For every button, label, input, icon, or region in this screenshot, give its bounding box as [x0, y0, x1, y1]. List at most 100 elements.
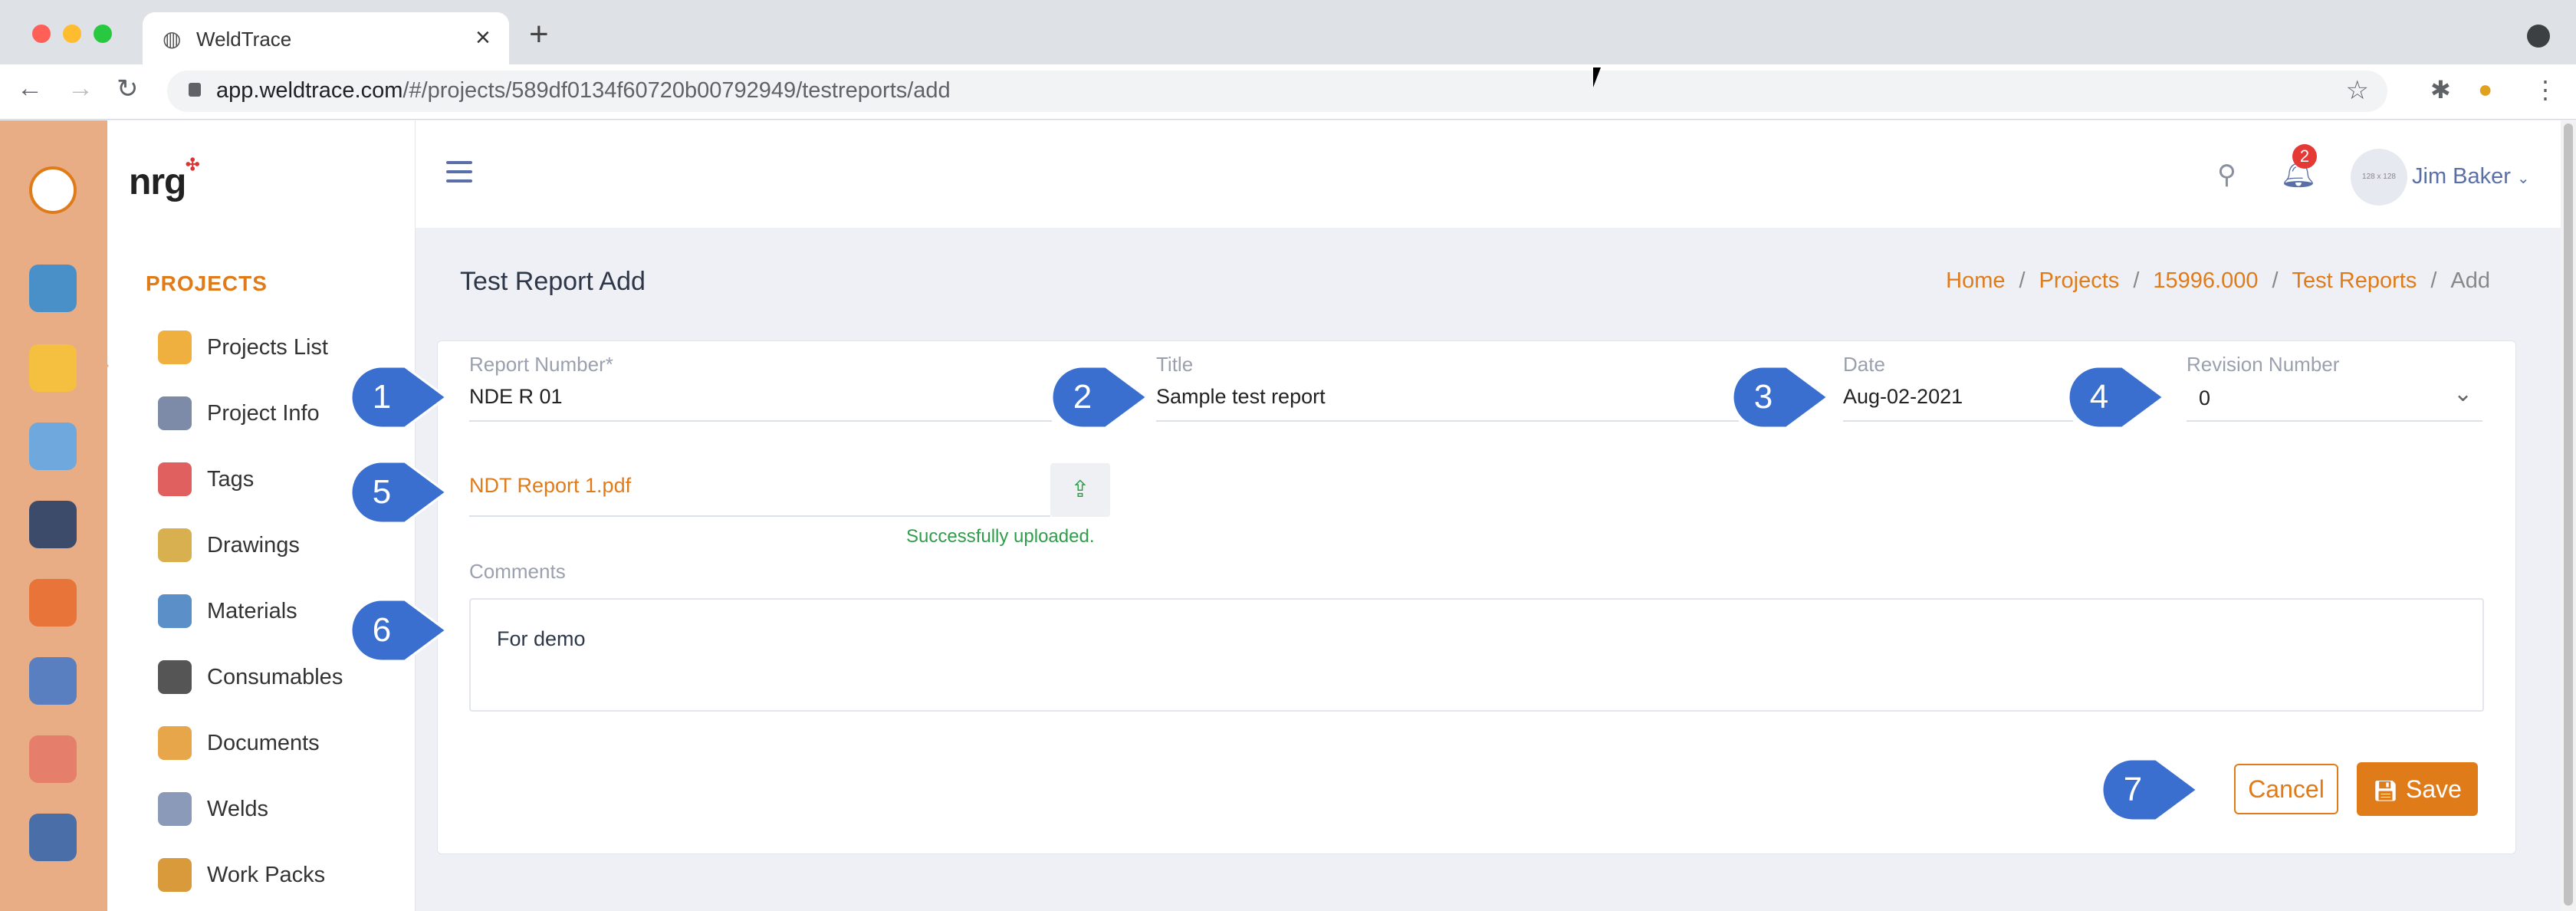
camera-icon	[158, 331, 192, 364]
search-icon[interactable]: ⚲	[2217, 160, 2236, 190]
hamburger-menu-icon[interactable]	[446, 161, 472, 184]
sidebar-item-label: Documents	[207, 730, 320, 755]
avatar[interactable]: 128 x 128	[2351, 149, 2407, 206]
team-icon[interactable]	[29, 735, 77, 783]
sidebar-item-drawings[interactable]: Drawings	[158, 526, 403, 564]
callout-marker: 6	[350, 598, 449, 663]
sidebar-item-label: Welds	[207, 796, 269, 821]
callout-marker: 4	[2067, 365, 2167, 429]
forward-icon[interactable]: →	[67, 74, 94, 104]
user-menu[interactable]: Jim Baker ⌄	[2412, 164, 2530, 189]
page-scrollbar[interactable]	[2561, 120, 2576, 911]
dashboard-monitor-icon[interactable]	[29, 265, 77, 312]
upload-status-message: Successfully uploaded.	[906, 526, 1095, 547]
sidebar-item-work-packs[interactable]: Work Packs	[158, 856, 403, 894]
comments-label: Comments	[469, 560, 566, 583]
sidebar-item-label: Work Packs	[207, 862, 326, 887]
user-name: Jim Baker	[2412, 164, 2511, 189]
sidebar-section-title: PROJECTS	[146, 271, 268, 295]
chevron-down-icon[interactable]: ⌄	[2453, 380, 2472, 407]
breadcrumb-projects[interactable]: Projects	[2039, 268, 2120, 293]
lock-icon	[189, 83, 201, 97]
sidebar-item-projects-list[interactable]: Projects List	[158, 328, 403, 367]
welder-icon[interactable]	[29, 501, 77, 548]
checklist-icon[interactable]	[29, 423, 77, 470]
report-number-label: Report Number*	[469, 353, 613, 376]
comments-text: For demo	[497, 627, 586, 650]
browser-menu-icon[interactable]: ⋮	[2533, 75, 2558, 104]
minimize-window-button[interactable]	[63, 25, 81, 43]
sidebar-item-label: Consumables	[207, 664, 343, 689]
breadcrumb-project-number[interactable]: 15996.000	[2153, 268, 2258, 293]
sidebar-item-label: Projects List	[207, 334, 328, 360]
gears-icon	[158, 396, 192, 430]
drawing-tools-icon	[158, 528, 192, 562]
package-icon	[158, 858, 192, 892]
url-path: /#/projects/589df0134f60720b00792949/tes…	[402, 78, 951, 103]
sidebar-item-consumables[interactable]: Consumables	[158, 658, 403, 696]
tab-title: WeldTrace	[196, 28, 292, 51]
page-title: Test Report Add	[460, 267, 646, 296]
save-button[interactable]: 💾︎ Save	[2357, 762, 2478, 816]
title-field[interactable]: Sample test report	[1156, 385, 1326, 409]
browser-tab-bar: ◍ WeldTrace × +	[0, 0, 2576, 64]
breadcrumb-test-reports[interactable]: Test Reports	[2292, 268, 2417, 293]
notification-badge: 2	[2292, 144, 2317, 169]
breadcrumb: Home / Projects/15996.000/Test Reports / Add	[1946, 268, 2490, 293]
callout-marker: 3	[1731, 365, 1831, 429]
revision-number-select[interactable]: 0	[2199, 386, 2210, 410]
revision-number-label: Revision Number	[2187, 353, 2340, 376]
close-tab-icon[interactable]: ×	[475, 23, 491, 53]
chevron-down-icon: ⌄	[2516, 170, 2530, 187]
breadcrumb-home[interactable]: Home	[1946, 268, 2005, 293]
tag-icon	[158, 462, 192, 496]
comments-textarea[interactable]: For demo	[469, 598, 2484, 712]
title-label: Title	[1156, 353, 1194, 376]
company-logo: nrg ✣	[129, 155, 199, 202]
report-clock-icon[interactable]	[29, 814, 77, 861]
materials-stack-icon	[158, 594, 192, 628]
title-underline	[1156, 420, 1739, 422]
weldtrace-logo-icon[interactable]	[29, 166, 77, 214]
reload-icon[interactable]: ↻	[117, 74, 139, 104]
scrollbar-thumb[interactable]	[2564, 123, 2573, 906]
floppy-disk-icon: 💾︎	[2373, 778, 2399, 802]
upload-button[interactable]: ⇪	[1050, 463, 1110, 517]
sidebar-item-label: Project Info	[207, 400, 320, 426]
browser-tab[interactable]: ◍ WeldTrace ×	[143, 12, 509, 64]
close-window-button[interactable]	[32, 25, 51, 43]
sidebar-item-documents[interactable]: Documents	[158, 724, 403, 762]
breadcrumb-current: Add	[2450, 268, 2490, 293]
upload-icon: ⇪	[1070, 477, 1090, 502]
folder-icon	[158, 726, 192, 760]
tab-search-icon[interactable]	[2527, 25, 2550, 48]
maximize-window-button[interactable]	[94, 25, 112, 43]
extensions-icon[interactable]: ✱	[2430, 75, 2451, 104]
address-bar[interactable]: app.weldtrace.com/#/projects/589df0134f6…	[167, 71, 2387, 112]
spool-icon	[158, 660, 192, 694]
org-chart-icon[interactable]	[29, 579, 77, 627]
sidebar-item-welds[interactable]: Welds	[158, 790, 403, 828]
sidebar-item-label: Materials	[207, 598, 297, 623]
callout-marker: 7	[2101, 758, 2200, 822]
welding-icon	[158, 792, 192, 826]
book-icon[interactable]	[29, 657, 77, 705]
active-rail-indicator	[95, 352, 109, 380]
cancel-button[interactable]: Cancel	[2234, 764, 2338, 814]
date-label: Date	[1843, 353, 1885, 376]
callout-marker: 1	[350, 365, 449, 429]
new-tab-icon[interactable]: +	[529, 15, 549, 54]
revision-number-underline	[2187, 420, 2482, 422]
report-number-field[interactable]: NDE R 01	[469, 385, 563, 409]
mouse-cursor	[1593, 67, 1601, 87]
date-field[interactable]: Aug-02-2021	[1843, 385, 1963, 409]
callout-marker: 2	[1050, 365, 1150, 429]
projects-folder-icon[interactable]	[29, 344, 77, 392]
extension-avatar-icon[interactable]: ●	[2478, 75, 2492, 104]
bookmark-star-icon[interactable]: ☆	[2346, 75, 2369, 106]
callout-marker: 5	[350, 460, 449, 525]
back-icon[interactable]: ←	[17, 74, 43, 104]
uploaded-file-name[interactable]: NDT Report 1.pdf	[469, 474, 631, 498]
app-icon-rail	[0, 120, 107, 911]
globe-icon: ◍	[163, 27, 182, 51]
